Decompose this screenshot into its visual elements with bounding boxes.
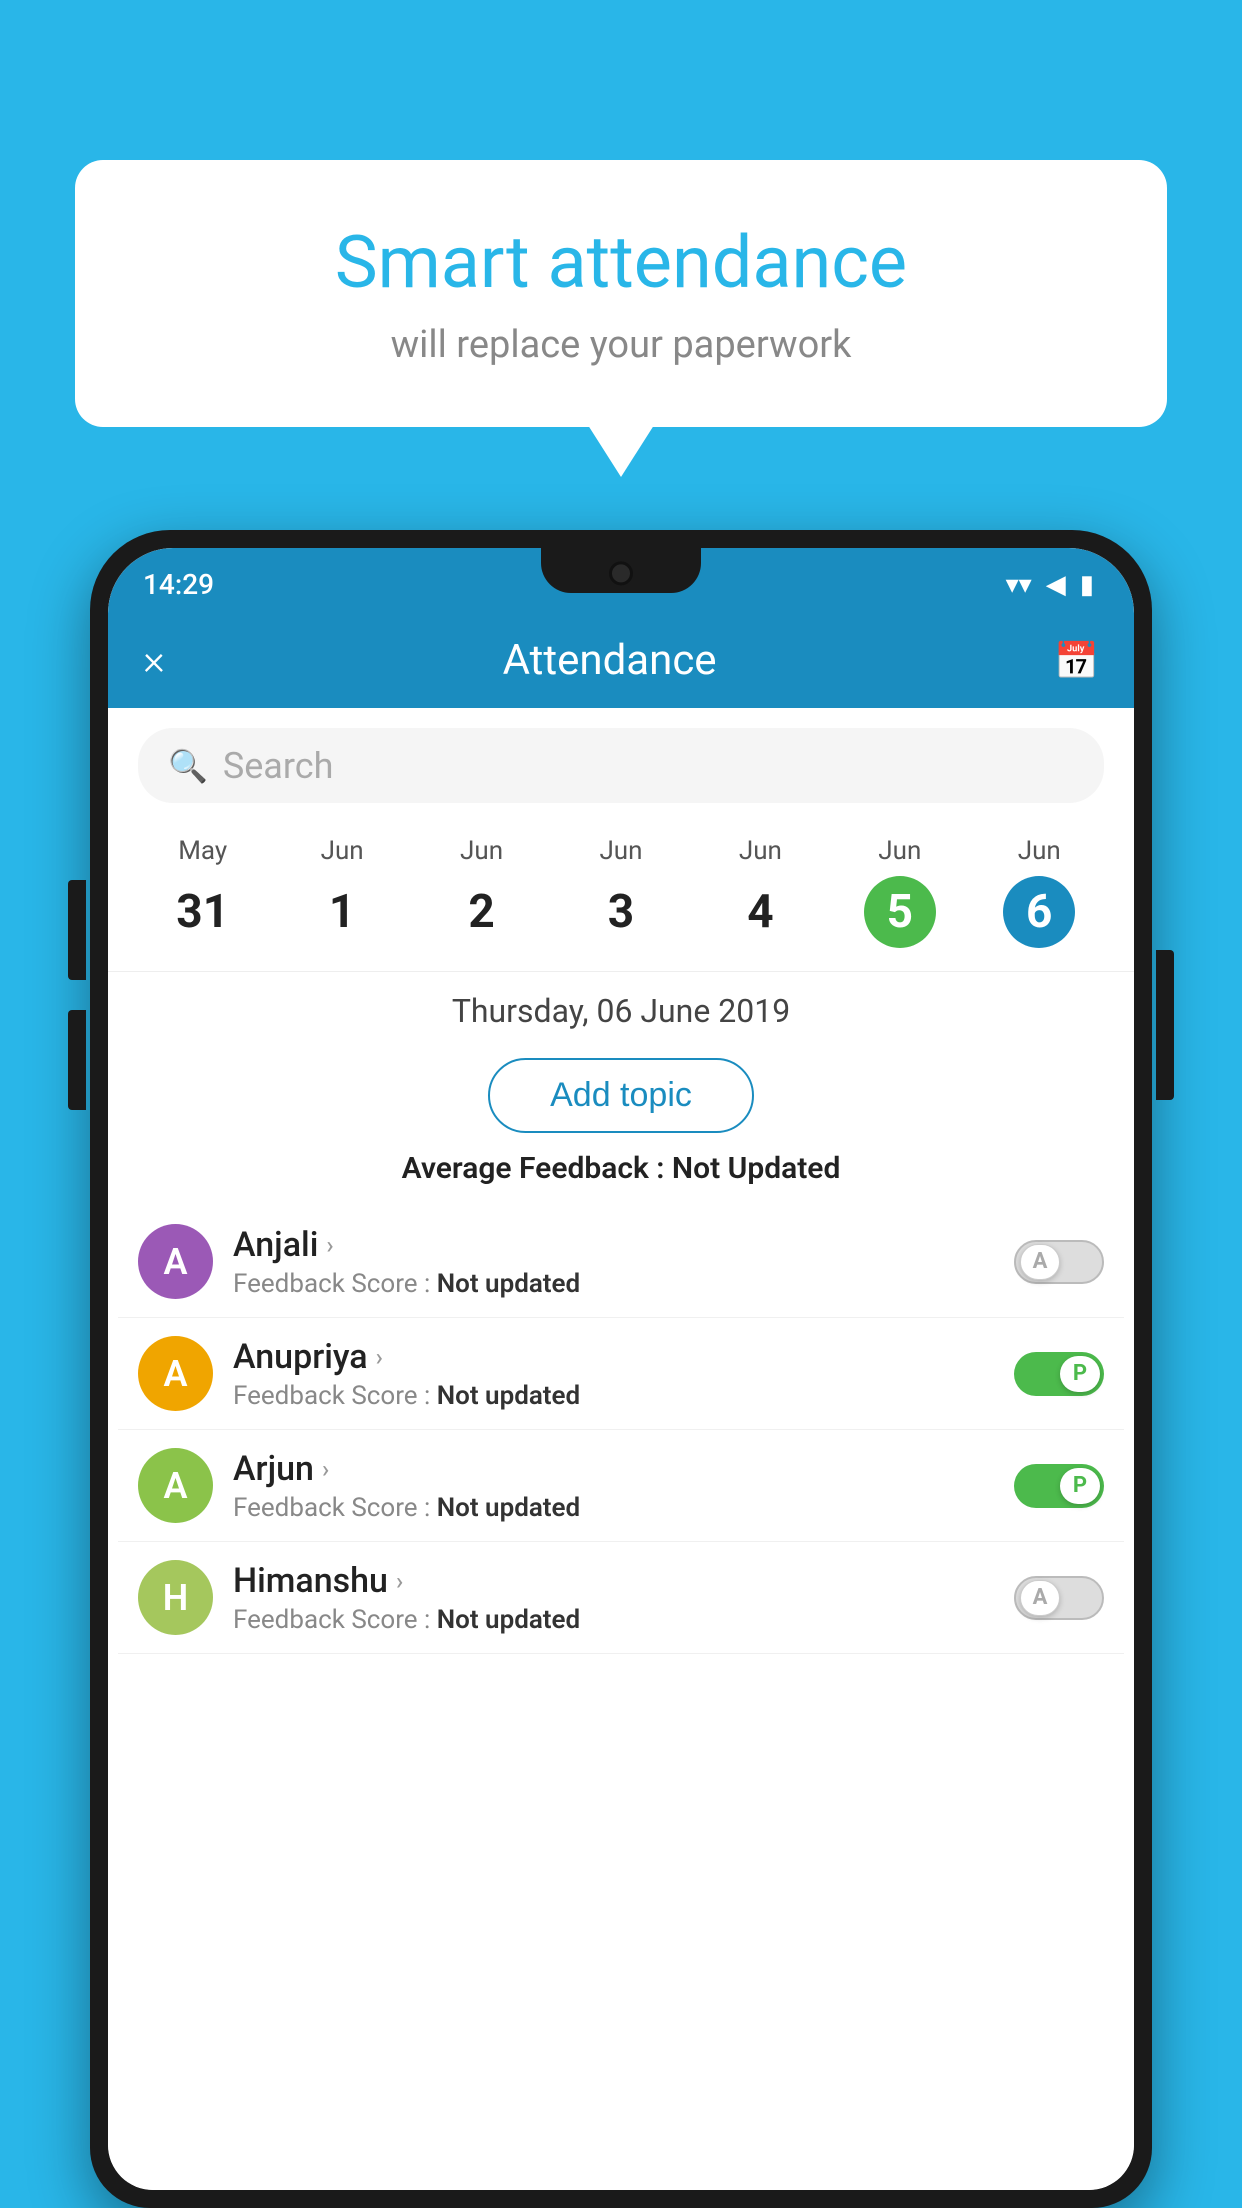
chevron-icon: › bbox=[376, 1343, 383, 1371]
student-name: Anupriya › bbox=[233, 1337, 994, 1377]
attendance-toggle[interactable]: A bbox=[1014, 1240, 1104, 1284]
close-button[interactable]: × bbox=[143, 640, 165, 682]
feedback-score: Feedback Score : Not updated bbox=[233, 1493, 994, 1523]
avatar: A bbox=[138, 1448, 213, 1523]
bubble-card: Smart attendance will replace your paper… bbox=[75, 160, 1167, 427]
attendance-toggle[interactable]: P bbox=[1014, 1464, 1104, 1508]
camera bbox=[609, 561, 633, 585]
cal-date-num: 6 bbox=[1003, 876, 1075, 948]
volume-up-button bbox=[68, 880, 86, 980]
calendar-day-5[interactable]: Jun 5 bbox=[830, 828, 969, 956]
battery-icon: ▮ bbox=[1080, 570, 1094, 600]
student-info: Anupriya › Feedback Score : Not updated bbox=[233, 1337, 994, 1411]
cal-date-num: 5 bbox=[864, 876, 936, 948]
cal-month-label: Jun bbox=[834, 836, 965, 866]
student-name: Himanshu › bbox=[233, 1561, 994, 1601]
app-content: 🔍 Search May 31 Jun 1 Jun 2 Jun 3 Jun 4 Jun 5 Jun 6 T… bbox=[108, 708, 1134, 2190]
attendance-toggle[interactable]: A bbox=[1014, 1576, 1104, 1620]
toggle-knob: A bbox=[1020, 1580, 1060, 1616]
cal-date-num: 31 bbox=[167, 876, 239, 948]
cal-month-label: Jun bbox=[276, 836, 407, 866]
cal-month-label: Jun bbox=[416, 836, 547, 866]
toggle-knob: P bbox=[1060, 1468, 1100, 1504]
status-icons: ▾▾ ◀ ▮ bbox=[1006, 570, 1094, 600]
phone-notch bbox=[541, 548, 701, 593]
cal-date-num: 3 bbox=[585, 876, 657, 948]
avatar: H bbox=[138, 1560, 213, 1635]
calendar-day-2[interactable]: Jun 2 bbox=[412, 828, 551, 956]
volume-down-button bbox=[68, 1010, 86, 1110]
calendar-day-4[interactable]: Jun 4 bbox=[691, 828, 830, 956]
attendance-toggle[interactable]: P bbox=[1014, 1352, 1104, 1396]
student-name: Anjali › bbox=[233, 1225, 994, 1265]
cal-month-label: Jun bbox=[555, 836, 686, 866]
signal-icon: ◀ bbox=[1046, 570, 1066, 600]
app-header: × Attendance 📅 bbox=[108, 613, 1134, 708]
calendar-strip: May 31 Jun 1 Jun 2 Jun 3 Jun 4 Jun 5 Jun 6 bbox=[108, 813, 1134, 961]
feedback-score: Feedback Score : Not updated bbox=[233, 1605, 994, 1635]
feedback-score: Feedback Score : Not updated bbox=[233, 1381, 994, 1411]
cal-month-label: Jun bbox=[695, 836, 826, 866]
student-item-arjun[interactable]: A Arjun › Feedback Score : Not updated P bbox=[118, 1430, 1124, 1542]
student-info: Arjun › Feedback Score : Not updated bbox=[233, 1449, 994, 1523]
search-input[interactable]: Search bbox=[223, 745, 334, 787]
avatar: A bbox=[138, 1224, 213, 1299]
student-name: Arjun › bbox=[233, 1449, 994, 1489]
student-info: Himanshu › Feedback Score : Not updated bbox=[233, 1561, 994, 1635]
status-time: 14:29 bbox=[143, 568, 214, 601]
calendar-day-1[interactable]: Jun 1 bbox=[272, 828, 411, 956]
header-title: Attendance bbox=[503, 636, 717, 685]
speech-bubble: Smart attendance will replace your paper… bbox=[75, 160, 1167, 427]
student-item-anupriya[interactable]: A Anupriya › Feedback Score : Not updated P bbox=[118, 1318, 1124, 1430]
chevron-icon: › bbox=[322, 1455, 329, 1483]
calendar-day-3[interactable]: Jun 3 bbox=[551, 828, 690, 956]
wifi-icon: ▾▾ bbox=[1006, 570, 1032, 600]
calendar-day-6[interactable]: Jun 6 bbox=[970, 828, 1109, 956]
student-item-himanshu[interactable]: H Himanshu › Feedback Score : Not updated A bbox=[118, 1542, 1124, 1654]
student-list: AAnjali ›Feedback Score : Not updatedAAA… bbox=[108, 1206, 1134, 1654]
bubble-title: Smart attendance bbox=[125, 220, 1117, 305]
bubble-subtitle: will replace your paperwork bbox=[125, 323, 1117, 367]
feedback-score: Feedback Score : Not updated bbox=[233, 1269, 994, 1299]
student-item-anjali[interactable]: A Anjali › Feedback Score : Not updated A bbox=[118, 1206, 1124, 1318]
search-bar[interactable]: 🔍 Search bbox=[138, 728, 1104, 803]
calendar-icon[interactable]: 📅 bbox=[1054, 640, 1099, 682]
cal-month-label: May bbox=[137, 836, 268, 866]
chevron-icon: › bbox=[326, 1231, 333, 1259]
cal-date-num: 1 bbox=[306, 876, 378, 948]
toggle-knob: A bbox=[1020, 1244, 1060, 1280]
avatar: A bbox=[138, 1336, 213, 1411]
power-button bbox=[1156, 950, 1174, 1100]
selected-date-label: Thursday, 06 June 2019 bbox=[108, 971, 1134, 1040]
average-feedback: Average Feedback : Not Updated bbox=[108, 1151, 1134, 1186]
calendar-day-31[interactable]: May 31 bbox=[133, 828, 272, 956]
chevron-icon: › bbox=[396, 1567, 403, 1595]
cal-date-num: 2 bbox=[446, 876, 518, 948]
phone-frame: 14:29 ▾▾ ◀ ▮ × Attendance 📅 🔍 Search bbox=[90, 530, 1152, 2208]
cal-date-num: 4 bbox=[724, 876, 796, 948]
search-icon: 🔍 bbox=[168, 747, 208, 785]
toggle-knob: P bbox=[1060, 1356, 1100, 1392]
student-info: Anjali › Feedback Score : Not updated bbox=[233, 1225, 994, 1299]
phone-screen: 14:29 ▾▾ ◀ ▮ × Attendance 📅 🔍 Search bbox=[108, 548, 1134, 2190]
add-topic-button[interactable]: Add topic bbox=[488, 1058, 754, 1133]
cal-month-label: Jun bbox=[974, 836, 1105, 866]
